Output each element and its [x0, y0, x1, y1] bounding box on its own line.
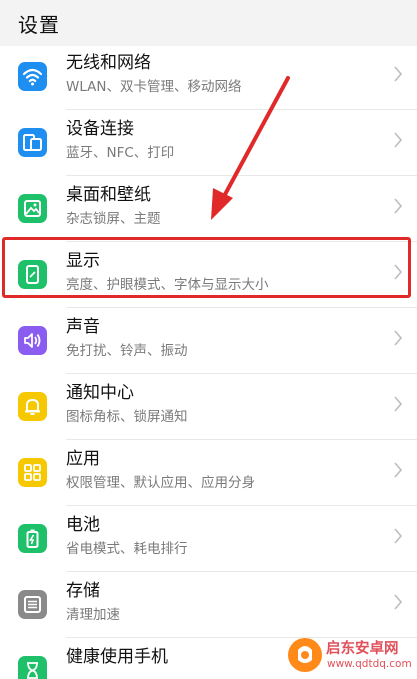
settings-item-title: 无线和网络 [66, 53, 151, 73]
settings-item-subtitle: 免打扰、铃声、振动 [66, 343, 188, 359]
settings-item-device-connection[interactable]: 设备连接 蓝牙、NFC、打印 [0, 110, 417, 176]
chevron-right-icon [394, 462, 403, 478]
settings-item-sound[interactable]: 声音 免打扰、铃声、振动 [0, 308, 417, 374]
settings-item-title: 声音 [66, 317, 100, 337]
settings-item-title: 设备连接 [66, 119, 134, 139]
chevron-right-icon [394, 330, 403, 346]
chevron-right-icon [394, 132, 403, 148]
settings-item-title: 桌面和壁纸 [66, 185, 151, 205]
settings-item-subtitle: 清理加速 [66, 607, 120, 623]
chevron-right-icon [394, 198, 403, 214]
watermark-url: www.qdtdq.com [327, 658, 412, 670]
apps-grid-icon [18, 458, 47, 487]
settings-item-title: 显示 [66, 251, 100, 271]
settings-item-display[interactable]: 显示 亮度、护眼模式、字体与显示大小 [0, 242, 417, 308]
settings-item-subtitle: WLAN、双卡管理、移动网络 [66, 79, 242, 95]
settings-item-title: 应用 [66, 449, 100, 469]
chevron-right-icon [394, 396, 403, 412]
chevron-right-icon [394, 264, 403, 280]
settings-item-subtitle: 图标角标、锁屏通知 [66, 409, 188, 425]
device-connection-icon [18, 128, 47, 157]
display-icon [18, 260, 47, 289]
settings-item-notification-center[interactable]: 通知中心 图标角标、锁屏通知 [0, 374, 417, 440]
header: 设置 [0, 0, 417, 46]
settings-item-subtitle: 杂志锁屏、主题 [66, 211, 161, 227]
settings-item-subtitle: 权限管理、默认应用、应用分身 [66, 475, 255, 491]
settings-item-subtitle: 蓝牙、NFC、打印 [66, 145, 175, 161]
storage-icon [18, 590, 47, 619]
battery-icon [18, 524, 47, 553]
settings-item-storage[interactable]: 存储 清理加速 [0, 572, 417, 638]
hourglass-icon [18, 656, 47, 679]
sound-icon [18, 326, 47, 355]
chevron-right-icon [394, 594, 403, 610]
wallpaper-icon [18, 194, 47, 223]
page-title: 设置 [18, 13, 60, 37]
settings-item-subtitle: 省电模式、耗电排行 [66, 541, 188, 557]
settings-item-desktop-wallpaper[interactable]: 桌面和壁纸 杂志锁屏、主题 [0, 176, 417, 242]
settings-item-title: 健康使用手机 [66, 647, 168, 667]
bell-icon [18, 392, 47, 421]
settings-item-battery[interactable]: 电池 省电模式、耗电排行 [0, 506, 417, 572]
watermark-logo-icon [288, 638, 322, 672]
settings-item-subtitle: 亮度、护眼模式、字体与显示大小 [66, 277, 269, 293]
watermark-title: 启东安卓网 [326, 641, 399, 657]
wifi-icon [18, 62, 47, 91]
chevron-right-icon [394, 528, 403, 544]
settings-list: 无线和网络 WLAN、双卡管理、移动网络 设备连接 蓝牙、NFC、打印 桌面和壁… [0, 46, 417, 679]
watermark: 启东安卓网 www.qdtdq.com [288, 636, 416, 676]
settings-item-title: 电池 [66, 515, 100, 535]
settings-item-title: 存储 [66, 581, 100, 601]
settings-item-title: 通知中心 [66, 383, 134, 403]
chevron-right-icon [394, 66, 403, 82]
settings-item-wireless-network[interactable]: 无线和网络 WLAN、双卡管理、移动网络 [0, 46, 417, 110]
settings-item-apps[interactable]: 应用 权限管理、默认应用、应用分身 [0, 440, 417, 506]
